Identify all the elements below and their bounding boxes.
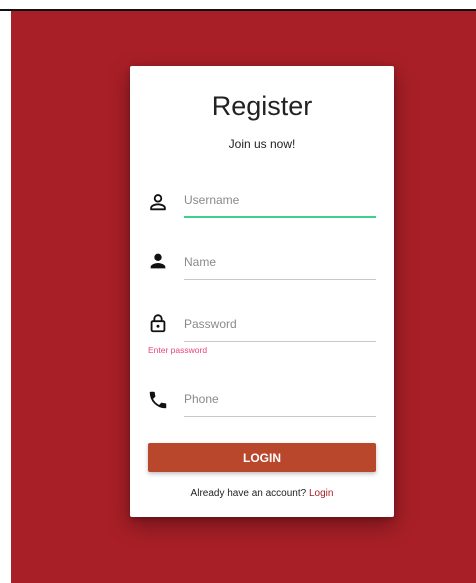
name-input[interactable] bbox=[184, 248, 376, 276]
name-underline bbox=[184, 279, 376, 280]
username-field bbox=[184, 186, 376, 218]
lock-icon bbox=[147, 312, 169, 334]
footer: Already have an account? Login bbox=[130, 488, 394, 499]
username-input[interactable] bbox=[184, 186, 376, 214]
page-subtitle: Join us now! bbox=[228, 137, 296, 151]
username-underline bbox=[184, 216, 376, 218]
page-title: Register bbox=[211, 91, 313, 121]
login-link[interactable]: Login bbox=[309, 488, 333, 499]
phone-input[interactable] bbox=[184, 385, 376, 413]
name-field bbox=[184, 248, 376, 280]
top-strip bbox=[0, 0, 476, 9]
phone-field bbox=[184, 385, 376, 417]
login-button[interactable]: LOGIN bbox=[148, 443, 376, 472]
password-field bbox=[184, 310, 376, 342]
password-error: Enter password bbox=[148, 345, 208, 355]
person-outline-icon bbox=[147, 191, 169, 213]
footer-text: Already have an account? bbox=[190, 488, 309, 499]
password-input[interactable] bbox=[184, 310, 376, 338]
phone-icon bbox=[147, 389, 169, 411]
password-underline bbox=[184, 341, 376, 342]
phone-underline bbox=[184, 416, 376, 417]
register-card: Register Join us now! Enter password bbox=[130, 66, 394, 517]
person-icon bbox=[147, 250, 169, 272]
